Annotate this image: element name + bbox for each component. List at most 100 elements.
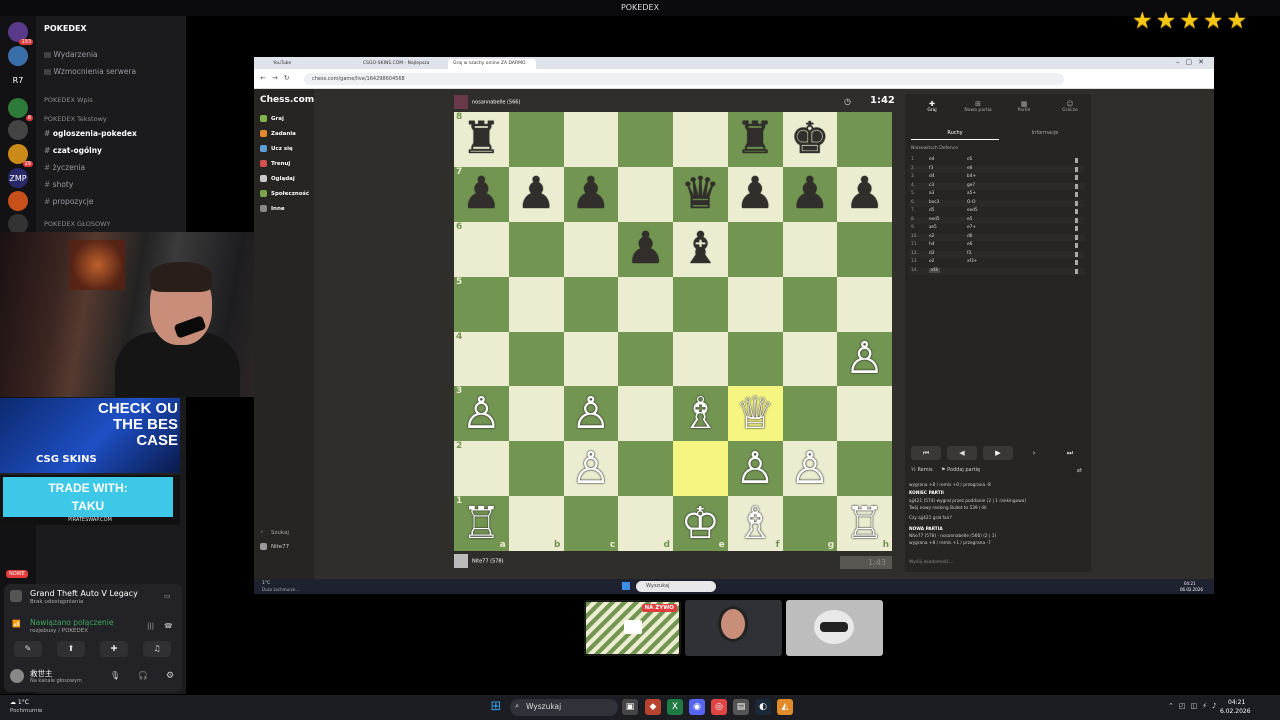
- square-e2[interactable]: [673, 441, 728, 497]
- square-h3[interactable]: [837, 386, 892, 442]
- app-icon[interactable]: ◭: [777, 699, 793, 715]
- square-a1[interactable]: 1 a ♖: [454, 496, 509, 551]
- chess-nav-item[interactable]: Oglądaj: [260, 175, 295, 182]
- flip-icon[interactable]: ⇄: [1077, 467, 1082, 474]
- black-move[interactable]: exd5: [967, 208, 978, 213]
- server-name[interactable]: POKEDEX: [44, 24, 87, 33]
- square-g7[interactable]: ♟: [782, 166, 838, 222]
- white-move[interactable]: xe5: [929, 225, 937, 230]
- server-icon[interactable]: 8: [8, 98, 33, 121]
- soundboard-button[interactable]: ♫: [143, 641, 171, 657]
- server-icon[interactable]: 29: [8, 144, 33, 167]
- square-e8[interactable]: [673, 112, 728, 167]
- move-row[interactable]: 12. d3 f3: [909, 250, 1085, 258]
- csgo-skins-ad[interactable]: CHECK OU THE BES CASE CSG SKINS: [0, 398, 180, 473]
- square-b3[interactable]: [508, 386, 564, 442]
- black-move[interactable]: O-O: [967, 200, 976, 205]
- black-move[interactable]: b4+: [967, 174, 976, 179]
- share-screen-button[interactable]: ⬆: [57, 641, 85, 657]
- chess-nav-item[interactable]: Inne: [260, 205, 285, 212]
- channel-item[interactable]: # shoty: [44, 180, 73, 189]
- settings-gear-icon[interactable]: ⚙: [166, 671, 174, 681]
- square-d2[interactable]: [618, 441, 673, 497]
- white-move[interactable]: f3: [929, 166, 933, 171]
- task-view-icon[interactable]: ▣: [622, 699, 638, 715]
- square-b7[interactable]: ♟: [508, 166, 564, 222]
- waveform-icon[interactable]: |||: [147, 622, 154, 630]
- voice-status[interactable]: Nawiązano połączenie: [30, 618, 113, 627]
- square-a5[interactable]: 5: [454, 276, 509, 332]
- black-move[interactable]: e7+: [967, 225, 976, 230]
- square-g2[interactable]: ♙: [782, 441, 838, 497]
- square-e6[interactable]: ♝: [673, 221, 728, 277]
- camera-off-button[interactable]: ✎: [14, 641, 42, 657]
- chess-nav-item[interactable]: Zadania: [260, 130, 296, 137]
- square-c2[interactable]: ♙: [563, 441, 619, 497]
- draw-button[interactable]: ½ Remis: [911, 467, 933, 473]
- tab-moves[interactable]: Ruchy: [911, 130, 999, 140]
- files-icon[interactable]: ▤: [733, 699, 749, 715]
- tray-icons[interactable]: ⌃◰◫⚡♪: [1168, 702, 1221, 710]
- channel-category[interactable]: POKEDEX Tekstowy: [44, 115, 107, 123]
- square-b4[interactable]: [508, 331, 564, 387]
- window-controls[interactable]: –▢✕: [1176, 58, 1210, 66]
- last-move-button[interactable]: ⏭: [1055, 446, 1085, 460]
- black-move[interactable]: a5+: [967, 191, 976, 196]
- stream-thumb-car[interactable]: [786, 600, 883, 656]
- square-d5[interactable]: [618, 276, 673, 332]
- channel-item[interactable]: # ogloszenia-pokedex: [44, 129, 137, 138]
- avatar[interactable]: [10, 669, 24, 683]
- nav-arrows-icon[interactable]: ←→↻: [260, 74, 296, 82]
- square-e4[interactable]: [673, 331, 728, 387]
- move-row[interactable]: 6. bxc3 O-O: [909, 199, 1085, 207]
- square-f8[interactable]: ♜: [727, 112, 783, 167]
- search-link[interactable]: ⌕ Szukaj: [260, 529, 289, 536]
- square-g5[interactable]: [782, 276, 838, 332]
- screen-icon[interactable]: ▭: [164, 592, 171, 600]
- move-row[interactable]: 7. d5 exd5: [909, 208, 1085, 216]
- server-icon[interactable]: [8, 214, 28, 234]
- square-f5[interactable]: [727, 276, 783, 332]
- activities-button[interactable]: ✚: [100, 641, 128, 657]
- move-row[interactable]: 8. exd5 e5: [909, 216, 1085, 224]
- move-row[interactable]: 5. a3 a5+: [909, 191, 1085, 199]
- square-c3[interactable]: ♙: [563, 386, 619, 442]
- move-row[interactable]: 4. c3 ge7: [909, 182, 1085, 190]
- channel-item[interactable]: # życzenia: [44, 163, 85, 172]
- black-move[interactable]: ge7: [967, 183, 975, 188]
- resign-button[interactable]: ⚑ Poddaj partię: [941, 467, 980, 473]
- steam-icon[interactable]: ◐: [755, 699, 771, 715]
- square-a2[interactable]: 2: [454, 441, 509, 497]
- black-move[interactable]: e5: [967, 217, 972, 222]
- windows-start-icon[interactable]: ⊞: [488, 699, 504, 715]
- square-f2[interactable]: ♙: [727, 441, 783, 497]
- square-d8[interactable]: [618, 112, 673, 167]
- white-move[interactable]: d3: [929, 251, 934, 256]
- server-icon[interactable]: [8, 46, 28, 66]
- chess-logo[interactable]: Chess.com: [260, 95, 314, 105]
- tab-info[interactable]: Informacje: [1001, 130, 1089, 136]
- square-g1[interactable]: g: [782, 496, 838, 551]
- square-b1[interactable]: b: [508, 496, 564, 551]
- server-icon[interactable]: ZMP: [8, 168, 28, 188]
- black-move[interactable]: e6: [967, 166, 972, 171]
- channel-category[interactable]: POKEDEX Wpis: [44, 96, 93, 104]
- white-move[interactable]: exd5: [929, 217, 940, 222]
- square-h2[interactable]: [837, 441, 892, 497]
- black-move[interactable]: xf3+: [967, 259, 977, 264]
- browser-tab[interactable]: Graj w szachy online ZA DARMO: [448, 59, 536, 69]
- move-row[interactable]: 14. xf3: [909, 267, 1085, 275]
- square-f1[interactable]: f ♗: [727, 496, 783, 551]
- square-e3[interactable]: ♗: [673, 386, 728, 442]
- server-icon[interactable]: [8, 120, 28, 140]
- move-row[interactable]: 13. e2 xf3+: [909, 259, 1085, 267]
- square-d6[interactable]: ♟: [618, 221, 673, 277]
- channel-item[interactable]: ▤ Wydarzenia: [44, 50, 98, 59]
- square-f4[interactable]: [727, 331, 783, 387]
- square-h5[interactable]: [837, 276, 892, 332]
- square-e5[interactable]: [673, 276, 728, 332]
- square-h8[interactable]: [837, 112, 892, 167]
- browser-tab[interactable]: YouTube: [268, 59, 356, 69]
- forward-button[interactable]: ›: [1019, 446, 1049, 460]
- square-f6[interactable]: [727, 221, 783, 277]
